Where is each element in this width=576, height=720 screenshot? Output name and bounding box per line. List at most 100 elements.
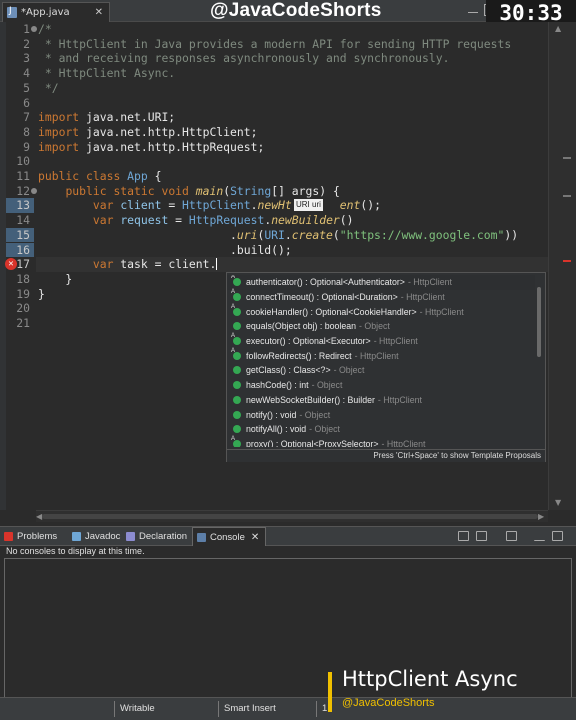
scroll-right-icon[interactable]: ▶ <box>538 512 544 521</box>
code-line[interactable]: 6 <box>0 96 548 111</box>
line-number: 1 <box>23 22 30 36</box>
fold-toggle-icon[interactable] <box>31 187 37 194</box>
code-line[interactable]: 7 import java.net.URI; <box>0 110 548 125</box>
tab-problems[interactable]: Problems <box>4 527 57 546</box>
proposal-owner: - HttpClient <box>377 394 422 405</box>
code-line[interactable]: 12 public static void main(String[] args… <box>0 184 548 199</box>
code-line[interactable]: 5 */ <box>0 81 548 96</box>
code-text: } <box>38 287 45 302</box>
ruler-marker[interactable] <box>563 195 571 197</box>
line-number: 14 <box>16 213 30 228</box>
minimize-icon[interactable] <box>468 9 478 13</box>
code-line[interactable]: 8 import java.net.http.HttpClient; <box>0 125 548 140</box>
code-line[interactable]: 1 /* <box>0 22 548 37</box>
code-line[interactable]: 13 var client = HttpClient.newHt ent(); <box>0 198 548 214</box>
scroll-down-icon[interactable]: ▼ <box>555 498 561 507</box>
code-token: uri <box>236 227 258 242</box>
code-token: } <box>38 271 73 286</box>
code-line[interactable]: 2 * HttpClient in Java provides a modern… <box>0 37 548 52</box>
ruler-marker[interactable] <box>563 157 571 159</box>
tab-javadoc[interactable]: Javadoc <box>72 527 120 546</box>
code-token: = <box>168 213 189 228</box>
proposal-item[interactable]: cookieHandler() : Optional<CookieHandler… <box>227 304 535 319</box>
proposal-item[interactable]: newWebSocketBuilder() : Builder - HttpCli… <box>227 393 535 408</box>
proposal-signature: equals(Object obj) : boolean <box>246 321 357 332</box>
code-text: * and receiving responses asynchronously… <box>38 51 450 66</box>
code-token: static <box>113 183 155 198</box>
proposal-item[interactable]: executor() : Optional<Executor>- HttpCli… <box>227 333 535 349</box>
code-text: import java.net.URI; <box>38 110 175 125</box>
status-separator <box>218 701 219 717</box>
proposal-item[interactable]: followRedirects() : Redirect- HttpClient <box>227 348 535 363</box>
proposal-item[interactable]: notifyAll() : void - Object <box>227 422 535 437</box>
line-number: 19 <box>16 286 30 301</box>
proposal-list[interactable]: authenticator() : Optional<Authenticator… <box>227 275 535 447</box>
line-number: 16 <box>16 242 30 257</box>
java-file-icon <box>7 6 17 18</box>
code-line[interactable]: 3 * and receiving responses asynchronous… <box>0 51 548 66</box>
code-line[interactable]: 9 import java.net.http.HttpRequest; <box>0 140 548 155</box>
line-number: 3 <box>23 51 30 66</box>
proposal-owner: - Object <box>333 365 365 376</box>
proposal-owner: - HttpClient <box>400 292 445 303</box>
code-line[interactable]: 14 var request = HttpRequest.newBuilder(… <box>0 213 548 228</box>
proposal-item[interactable]: connectTimeout() : Optional<Duration>- H… <box>227 289 535 305</box>
code-line[interactable]: 15 .uri(URI.create("https://www.google.c… <box>0 227 548 243</box>
tab-declaration[interactable]: Declaration <box>126 527 187 546</box>
code-token: java.net.URI; <box>79 110 176 125</box>
ruler-error-marker[interactable] <box>563 260 571 262</box>
proposal-signature: connectTimeout() : Optional<Duration> <box>246 292 398 303</box>
minimize-icon[interactable] <box>534 537 545 541</box>
pin-console-icon[interactable] <box>458 531 469 541</box>
proposal-item[interactable]: notify() : void - Object <box>227 407 535 422</box>
template-proposals-hint: Press 'Ctrl+Space' to show Template Prop… <box>227 449 545 462</box>
code-line[interactable]: 11 public class App { <box>0 169 548 184</box>
tab-console[interactable]: Console ✕ <box>192 527 267 546</box>
close-icon[interactable]: ✕ <box>95 7 103 18</box>
code-token: java.net.http.HttpRequest; <box>79 139 265 154</box>
proposal-item[interactable]: hashCode() : int - Object <box>227 378 535 393</box>
code-line[interactable]: 4 * HttpClient Async. <box>0 66 548 81</box>
code-token: HttpRequest <box>188 213 265 228</box>
open-console-icon[interactable] <box>506 531 517 541</box>
line-number: 7 <box>23 110 30 125</box>
code-line[interactable]: ✕ 17 var task = client. <box>0 257 548 272</box>
code-token: main <box>195 183 224 198</box>
line-number: 10 <box>16 154 30 169</box>
proposal-item[interactable]: equals(Object obj) : boolean - Object <box>227 319 535 334</box>
close-icon[interactable]: ✕ <box>251 532 259 543</box>
public-method-icon <box>233 425 241 434</box>
console-empty-message: No consoles to display at this time. <box>6 546 145 556</box>
code-token: () <box>339 213 354 228</box>
proposal-owner: - HttpClient <box>373 336 418 347</box>
proposal-item[interactable]: proxy() : Optional<ProxySelector>- HttpC… <box>227 436 535 447</box>
code-line[interactable]: 16 .build(); <box>0 242 548 258</box>
public-method-icon <box>233 395 241 404</box>
code-token: request <box>120 213 169 228</box>
code-line[interactable]: 10 <box>0 154 548 169</box>
tab-label: Console <box>210 531 245 543</box>
code-token: /* <box>38 22 52 36</box>
content-assist-popup[interactable]: authenticator() : Optional<Authenticator… <box>226 272 546 462</box>
proposal-scrollbar[interactable] <box>537 287 541 357</box>
scroll-up-icon[interactable]: ▲ <box>555 24 561 33</box>
caption-accent-bar <box>328 672 332 712</box>
proposal-owner: - HttpClient <box>407 277 452 288</box>
maximize-icon[interactable] <box>552 531 563 541</box>
code-token: java.net.http.HttpClient; <box>79 124 258 139</box>
code-token: ent <box>339 198 361 213</box>
code-token: class <box>86 169 121 183</box>
fold-toggle-icon[interactable] <box>31 26 37 32</box>
editor-tab-app-java[interactable]: *App.java ✕ <box>2 2 110 22</box>
display-console-icon[interactable] <box>476 531 487 541</box>
editor-horizontal-scrollbar[interactable]: ◀ ▶ <box>36 510 548 522</box>
scrollbar-thumb[interactable] <box>42 514 538 519</box>
proposal-item[interactable]: getClass() : Class<?> - Object <box>227 363 535 378</box>
proposal-item[interactable]: authenticator() : Optional<Authenticator… <box>227 275 535 290</box>
line-number: 9 <box>23 139 30 154</box>
code-text: } <box>38 272 72 287</box>
proposal-owner: - HttpClient <box>419 306 464 317</box>
editor-overview-ruler[interactable]: ▲ ▼ <box>548 22 576 510</box>
